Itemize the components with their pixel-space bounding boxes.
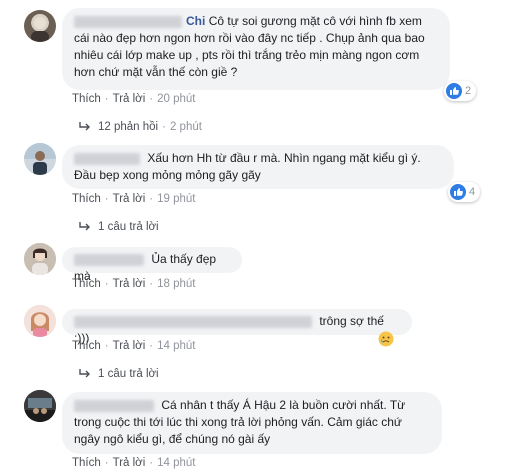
- blurred-name: [74, 315, 312, 328]
- blurred-name: [74, 253, 144, 266]
- comment-actions: Thích · Trả lời · 14 phút: [72, 457, 196, 469]
- comment-bubble: Chi Cô tự soi gương mặt cô với hình fb x…: [62, 8, 450, 90]
- comment-bubble: Ủa thấy đẹp mà: [62, 247, 242, 283]
- view-replies[interactable]: 1 câu trả lời: [78, 367, 159, 381]
- comment-actions: Thích · Trả lời · 18 phút: [72, 278, 196, 290]
- comment-actions: Thích · Trả lời · 14 phút: [72, 340, 196, 352]
- haha-reaction-icon[interactable]: [378, 331, 394, 347]
- reply-arrow-icon: [79, 369, 90, 378]
- blurred-name: [74, 15, 182, 28]
- like-link[interactable]: Thích: [72, 93, 101, 105]
- avatar[interactable]: [24, 390, 56, 422]
- like-reaction-icon: [446, 83, 462, 99]
- like-link[interactable]: Thích: [72, 278, 101, 290]
- reaction-count[interactable]: 2: [444, 81, 477, 101]
- avatar[interactable]: [24, 305, 56, 337]
- timestamp[interactable]: 19 phút: [157, 193, 195, 205]
- profile-photo-icon: [24, 390, 56, 422]
- view-replies[interactable]: 12 phản hồi · 2 phút: [78, 120, 202, 134]
- like-link[interactable]: Thích: [72, 193, 101, 205]
- like-reaction-icon: [450, 184, 466, 200]
- reply-link[interactable]: Trả lời: [113, 340, 146, 352]
- blurred-name: [74, 399, 154, 412]
- comment-bubble: Cá nhân t thấy Á Hậu 2 là buồn cười nhất…: [62, 392, 442, 454]
- comment-bubble: Xấu hơn Hh từ đầu r mà. Nhìn ngang mặt k…: [62, 145, 454, 189]
- comment-bubble: trông sợ thế :))): [62, 309, 412, 345]
- like-link[interactable]: Thích: [72, 457, 101, 469]
- profile-photo-icon: [24, 305, 56, 337]
- reply-arrow-icon: [79, 222, 90, 231]
- comment-actions: Thích · Trả lời · 19 phút: [72, 193, 196, 205]
- timestamp[interactable]: 18 phút: [157, 278, 195, 290]
- reaction-count[interactable]: 4: [448, 182, 481, 202]
- avatar[interactable]: [24, 143, 56, 175]
- avatar[interactable]: [24, 10, 56, 42]
- profile-photo-icon: [24, 143, 56, 175]
- reply-link[interactable]: Trả lời: [113, 278, 146, 290]
- timestamp[interactable]: 14 phút: [157, 340, 195, 352]
- view-replies[interactable]: 1 câu trả lời: [78, 220, 159, 234]
- avatar[interactable]: [24, 243, 56, 275]
- reply-arrow-icon: [79, 122, 90, 131]
- profile-photo-icon: [24, 243, 56, 275]
- blurred-name: [74, 152, 140, 165]
- comment-actions: Thích · Trả lời · 20 phút: [72, 93, 196, 105]
- profile-photo-icon: [31, 17, 49, 42]
- reply-link[interactable]: Trả lời: [113, 457, 146, 469]
- timestamp[interactable]: 14 phút: [157, 457, 195, 469]
- like-link[interactable]: Thích: [72, 340, 101, 352]
- commenter-name[interactable]: Chi: [186, 14, 205, 28]
- timestamp[interactable]: 20 phút: [157, 93, 195, 105]
- reply-link[interactable]: Trả lời: [113, 93, 146, 105]
- reply-link[interactable]: Trả lời: [113, 193, 146, 205]
